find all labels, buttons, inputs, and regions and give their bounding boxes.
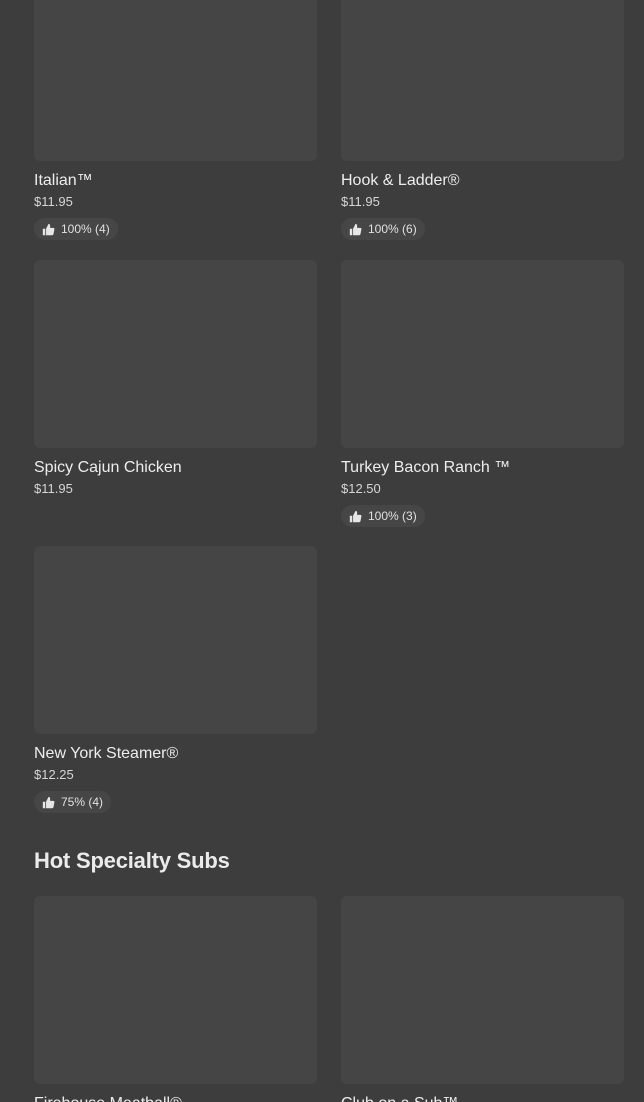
menu-grid-cold-row3: New York Steamer® $12.25 75% (4) (34, 546, 624, 814)
menu-item-card[interactable]: Italian™ $11.95 100% (4) (34, 0, 317, 241)
menu-item-name[interactable]: New York Steamer® (34, 744, 317, 764)
menu-item-name[interactable]: Club on a Sub™ (341, 1094, 624, 1102)
menu-item-card[interactable]: Hook & Ladder® $11.95 100% (6) (341, 0, 624, 241)
thumbs-up-icon (42, 223, 55, 235)
section-title: Hot Specialty Subs (34, 848, 230, 873)
rating-text: 100% (6) (368, 222, 417, 236)
rating-text: 100% (3) (368, 509, 417, 523)
menu-item-price: $11.95 (341, 194, 380, 209)
menu-item-image[interactable] (341, 260, 624, 448)
menu-item-name[interactable]: Turkey Bacon Ranch ™ (341, 458, 624, 478)
thumbs-up-icon (42, 796, 55, 808)
menu-item-name[interactable]: Hook & Ladder® (341, 171, 624, 191)
menu-item-card[interactable]: Firehouse Meatball® (34, 896, 317, 1102)
menu-item-price: $11.95 (34, 194, 73, 209)
menu-item-image[interactable] (34, 260, 317, 448)
menu-item-image[interactable] (34, 0, 317, 161)
menu-item-card[interactable]: Turkey Bacon Ranch ™ $12.50 100% (3) (341, 260, 624, 528)
menu-item-card[interactable]: Spicy Cajun Chicken $11.95 (34, 260, 317, 528)
rating-badge: 100% (6) (341, 218, 425, 240)
menu-item-price: $12.50 (341, 481, 381, 496)
menu-item-name[interactable]: Spicy Cajun Chicken (34, 458, 317, 478)
thumbs-up-icon (349, 223, 362, 235)
menu-item-name[interactable]: Italian™ (34, 171, 317, 191)
menu-item-image[interactable] (341, 896, 624, 1084)
menu-item-image[interactable] (34, 896, 317, 1084)
menu-grid-hot: Firehouse Meatball® Club on a Sub™ (34, 896, 624, 1102)
menu-item-card[interactable]: New York Steamer® $12.25 75% (4) (34, 546, 317, 814)
menu-item-card[interactable]: Club on a Sub™ (341, 896, 624, 1102)
menu-item-name[interactable]: Firehouse Meatball® (34, 1094, 317, 1102)
rating-badge: 75% (4) (34, 791, 112, 813)
rating-badge: 100% (3) (341, 505, 425, 527)
rating-text: 100% (4) (61, 222, 110, 236)
menu-item-price: $11.95 (34, 481, 73, 496)
menu-item-image[interactable] (34, 546, 317, 734)
menu-grid-cold: Italian™ $11.95 100% (4) Hook & Ladder® … (34, 0, 624, 241)
menu-page: Italian™ $11.95 100% (4) Hook & Ladder® … (0, 0, 644, 1102)
menu-item-image[interactable] (341, 0, 624, 161)
menu-item-price: $12.25 (34, 767, 74, 782)
menu-grid-cold-row2: Spicy Cajun Chicken $11.95 Turkey Bacon … (34, 260, 624, 528)
thumbs-up-icon (349, 510, 362, 522)
rating-text: 75% (4) (61, 795, 104, 809)
rating-badge: 100% (4) (34, 218, 118, 240)
